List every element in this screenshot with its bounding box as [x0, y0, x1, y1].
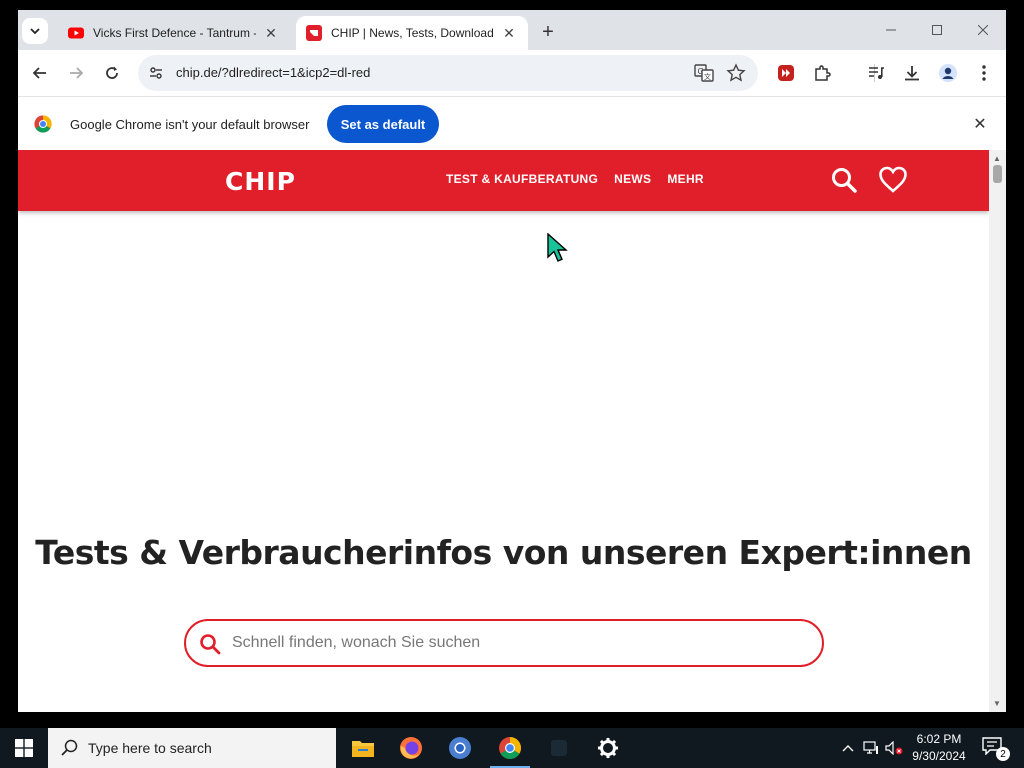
puzzle-icon	[815, 65, 831, 81]
window-controls	[868, 10, 1006, 50]
start-button[interactable]	[0, 728, 48, 768]
address-bar[interactable]: chip.de/?dlredirect=1&icp2=dl-red G文	[138, 55, 758, 91]
maximize-button[interactable]	[914, 10, 960, 50]
extensions-menu-button[interactable]	[808, 59, 836, 87]
heart-icon[interactable]	[878, 165, 908, 195]
taskbar-chrome[interactable]	[490, 734, 530, 768]
taskbar-file-explorer[interactable]	[349, 734, 377, 762]
url-text: chip.de/?dlredirect=1&icp2=dl-red	[176, 65, 371, 80]
page-viewport: CHIP TEST & KAUFBERATUNG NEWS MEHR Tests…	[18, 150, 1006, 712]
clock-date: 9/30/2024	[912, 749, 966, 763]
site-info-icon[interactable]	[146, 63, 166, 83]
reload-button[interactable]	[98, 59, 126, 87]
mouse-cursor-icon	[547, 233, 568, 262]
firefox-icon	[400, 737, 422, 759]
app-icon	[551, 740, 567, 756]
chrome-icon	[499, 737, 521, 759]
site-logo[interactable]: CHIP	[225, 167, 296, 196]
media-controls-button[interactable]	[862, 59, 890, 87]
chip-icon	[306, 25, 322, 41]
browser-toolbar: chip.de/?dlredirect=1&icp2=dl-red G文	[18, 50, 1006, 96]
more-vert-icon	[982, 65, 986, 81]
folder-icon	[352, 741, 374, 757]
avatar-icon	[939, 64, 957, 82]
show-hidden-icons-button[interactable]	[838, 738, 858, 758]
taskbar-clock[interactable]: 6:02 PM 9/30/2024	[906, 731, 972, 765]
close-icon	[978, 25, 988, 35]
site-search-input[interactable]: Schnell finden, wonach Sie suchen	[184, 619, 824, 667]
scroll-up-icon[interactable]: ▲	[993, 154, 1001, 163]
search-placeholder: Schnell finden, wonach Sie suchen	[232, 634, 481, 651]
gear-icon	[598, 738, 618, 758]
playlist-icon	[869, 67, 884, 79]
site-nav: TEST & KAUFBERATUNG NEWS MEHR	[446, 172, 704, 186]
arrow-right-icon	[70, 67, 84, 79]
taskbar-chromium[interactable]	[446, 734, 474, 762]
chromium-icon	[449, 737, 471, 759]
chevron-up-icon	[842, 745, 854, 752]
site-header: CHIP TEST & KAUFBERATUNG NEWS MEHR	[18, 150, 989, 211]
scrollbar-thumb[interactable]	[993, 165, 1002, 183]
tab-youtube[interactable]: Vicks First Defence - Tantrum - ✕	[58, 16, 290, 50]
taskbar-firefox[interactable]	[397, 734, 425, 762]
chrome-logo-icon	[34, 115, 52, 133]
tab-close-icon[interactable]: ✕	[500, 24, 518, 42]
nav-item-mehr[interactable]: MEHR	[667, 172, 704, 186]
search-icon	[200, 634, 221, 655]
tab-strip: Vicks First Defence - Tantrum - ✕ CHIP |…	[18, 10, 1006, 50]
taskbar-search-text: Type here to search	[88, 740, 212, 756]
search-icon[interactable]	[830, 166, 858, 194]
nav-item-test-kaufberatung[interactable]: TEST & KAUFBERATUNG	[446, 172, 598, 186]
tab-close-icon[interactable]: ✕	[262, 24, 280, 42]
taskbar-settings[interactable]	[594, 734, 622, 762]
reload-icon	[106, 66, 118, 79]
set-as-default-button[interactable]: Set as default	[327, 105, 439, 143]
infobar-close-icon[interactable]: ✕	[970, 114, 990, 134]
maximize-icon	[932, 25, 942, 35]
chevron-down-icon	[30, 28, 40, 35]
chrome-menu-button[interactable]	[970, 59, 998, 87]
tab-title: CHIP | News, Tests, Downloads	[331, 26, 494, 40]
page-scrollbar[interactable]: ▲ ▼	[989, 150, 1006, 712]
forward-button[interactable]	[62, 59, 90, 87]
profile-button[interactable]	[934, 59, 962, 87]
close-window-button[interactable]	[960, 10, 1006, 50]
default-browser-infobar: Google Chrome isn't your default browser…	[18, 96, 1006, 150]
arrow-left-icon	[32, 67, 46, 79]
minimize-button[interactable]	[868, 10, 914, 50]
scroll-down-icon[interactable]: ▼	[993, 699, 1001, 708]
search-icon	[61, 739, 78, 756]
video-extension-icon	[778, 65, 794, 81]
taskbar-hidden-app[interactable]	[545, 734, 573, 762]
taskbar-search-box[interactable]: Type here to search	[48, 728, 336, 768]
windows-logo-icon	[15, 739, 33, 757]
page-headline: Tests & Verbraucherinfos von unseren Exp…	[35, 533, 972, 572]
action-center-button[interactable]: 2	[982, 737, 1010, 761]
notification-count-badge: 2	[996, 747, 1010, 761]
tab-search-button[interactable]	[22, 18, 48, 44]
youtube-icon	[68, 27, 84, 39]
browser-window: Vicks First Defence - Tantrum - ✕ CHIP |…	[18, 10, 1006, 712]
nav-item-news[interactable]: NEWS	[614, 172, 651, 186]
new-tab-button[interactable]: +	[536, 20, 560, 44]
download-icon	[905, 66, 919, 81]
svg-text:文: 文	[704, 72, 711, 81]
network-icon	[863, 741, 878, 754]
minimize-icon	[886, 29, 896, 31]
infobar-message: Google Chrome isn't your default browser	[70, 117, 310, 132]
speaker-muted-icon	[885, 741, 903, 755]
clock-time: 6:02 PM	[916, 732, 962, 746]
tab-title: Vicks First Defence - Tantrum -	[93, 26, 256, 40]
network-button[interactable]	[861, 738, 881, 758]
volume-button[interactable]	[884, 738, 904, 758]
translate-icon[interactable]: G文	[694, 63, 714, 83]
tab-chip[interactable]: CHIP | News, Tests, Downloads ✕	[296, 16, 528, 50]
bookmark-star-icon[interactable]	[726, 63, 746, 83]
windows-taskbar: Type here to search 6:02 PM 9/30/2024 2	[0, 728, 1024, 768]
extension-button[interactable]	[772, 59, 800, 87]
back-button[interactable]	[26, 59, 54, 87]
downloads-button[interactable]	[898, 59, 926, 87]
